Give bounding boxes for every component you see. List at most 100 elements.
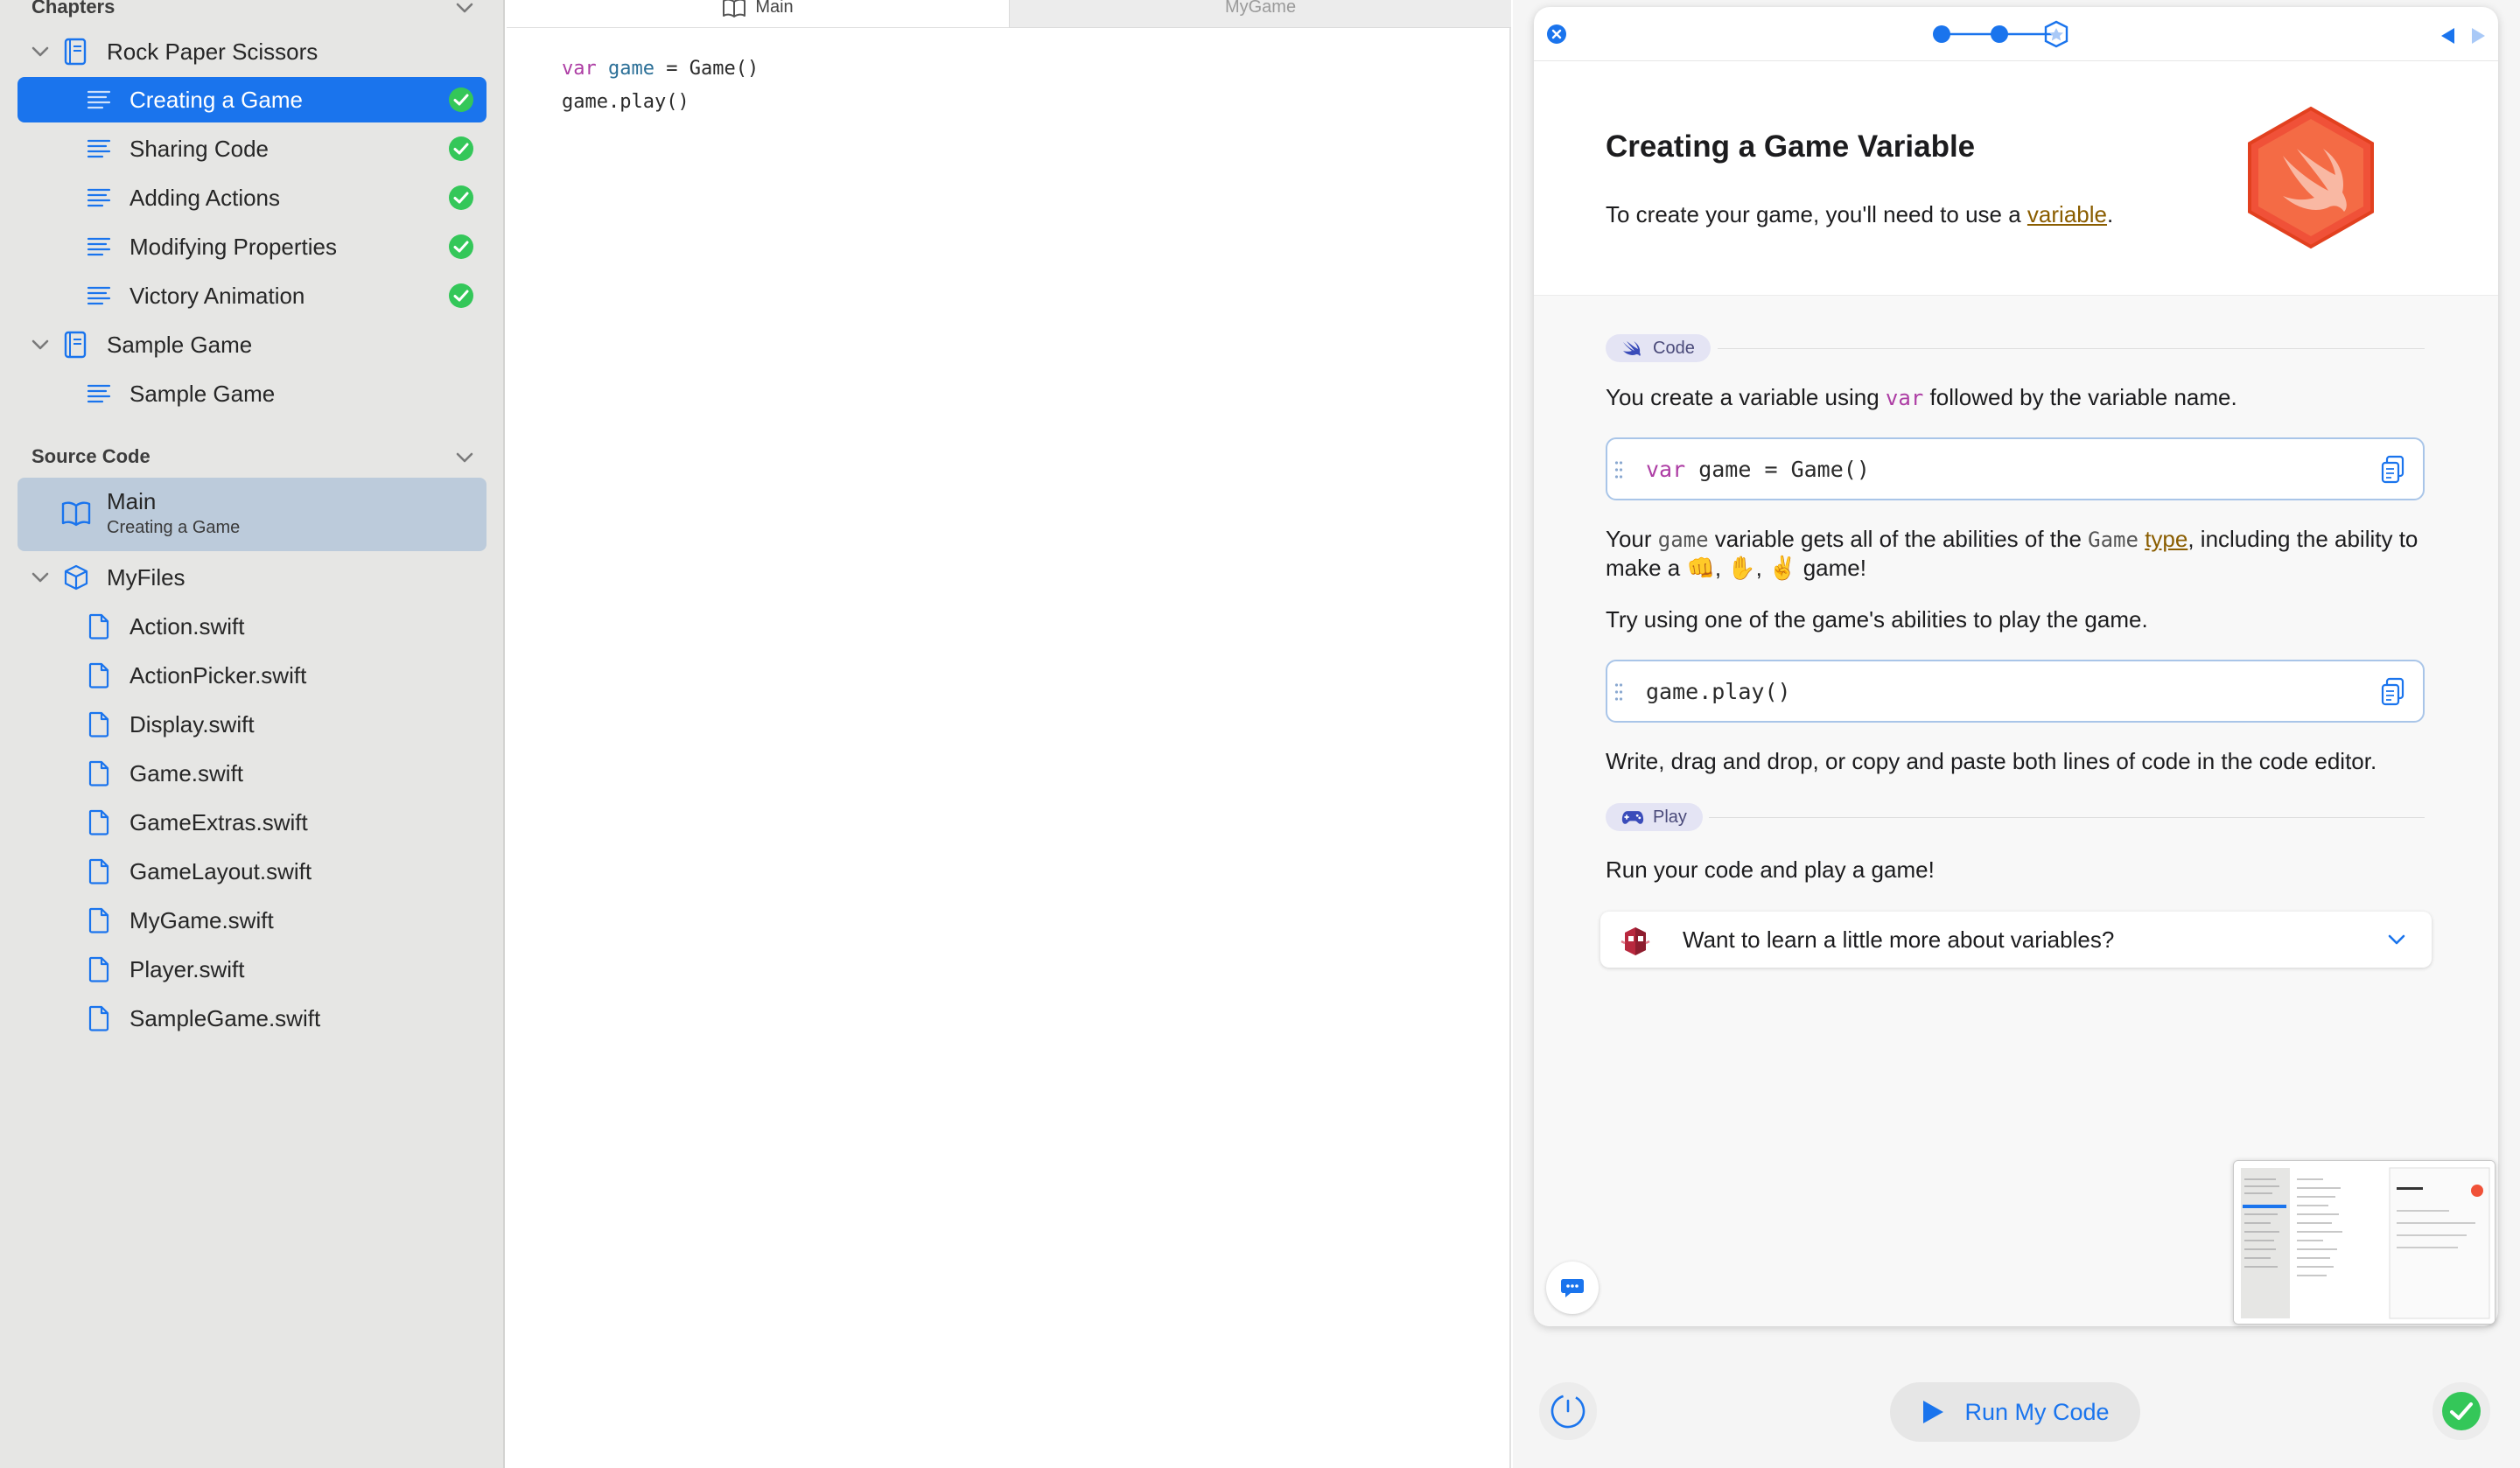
tab-main[interactable]: Main	[507, 0, 1009, 28]
file-name: Game.swift	[130, 759, 244, 786]
chevron-down-icon[interactable]	[452, 444, 478, 471]
folder-myfiles[interactable]: MyFiles	[18, 555, 486, 600]
text-page-icon	[84, 379, 114, 409]
checkmark-icon	[449, 136, 473, 161]
code-line-1[interactable]: var game = Game()	[562, 58, 759, 80]
file-item[interactable]: ActionPicker.swift	[18, 653, 486, 698]
code-line-2[interactable]: game.play()	[562, 91, 690, 113]
text: You create a variable using	[1606, 384, 1886, 410]
page-adding-actions[interactable]: Adding Actions	[18, 175, 486, 220]
chevron-down-icon[interactable]	[30, 41, 51, 62]
page-sample-game[interactable]: Sample Game	[18, 371, 486, 416]
main-title: Main	[107, 488, 157, 514]
chevron-down-icon[interactable]	[2388, 934, 2405, 945]
close-icon[interactable]	[1545, 23, 1568, 45]
copy-icon[interactable]	[2379, 455, 2407, 485]
file-item[interactable]: SampleGame.swift	[18, 996, 486, 1041]
variable-link[interactable]: variable	[2027, 201, 2107, 227]
guide-subtitle-text: .	[2106, 201, 2114, 227]
paragraph-2: Your game variable gets all of the abili…	[1606, 525, 2428, 582]
chapters-heading: Chapters	[32, 0, 116, 17]
source-main[interactable]: Main Creating a Game	[18, 478, 486, 551]
code-section-pill: Code	[1606, 334, 1711, 362]
swift-file-icon	[84, 954, 114, 984]
run-label: Run My Code	[1964, 1398, 2110, 1425]
file-item[interactable]: GameExtras.swift	[18, 800, 486, 845]
text-page-icon	[84, 85, 114, 115]
book-document-icon	[61, 330, 91, 360]
chapter-sample-game[interactable]: Sample Game	[18, 322, 486, 367]
page-creating-a-game[interactable]: Creating a Game	[18, 77, 486, 122]
tab-label: Main	[755, 0, 794, 17]
previous-page-icon[interactable]	[2439, 26, 2456, 45]
folder-title: MyFiles	[107, 563, 186, 591]
file-item[interactable]: GameLayout.swift	[18, 849, 486, 894]
tab-mygame[interactable]: MyGame	[1009, 0, 1511, 28]
checkmark-icon	[449, 87, 473, 112]
code-snippet-1[interactable]: var game = Game()	[1606, 437, 2425, 500]
file-name: Display.swift	[130, 710, 255, 737]
drag-handle-icon[interactable]	[1614, 460, 1623, 479]
checkmark-icon	[2442, 1392, 2481, 1430]
inline-code: Game	[2088, 528, 2138, 552]
screenshot-thumbnail[interactable]	[2233, 1160, 2496, 1325]
chapter-title: Rock Paper Scissors	[107, 38, 318, 65]
file-item[interactable]: MyGame.swift	[18, 898, 486, 943]
completion-status-button[interactable]	[2432, 1382, 2490, 1440]
play-section-pill: Play	[1606, 803, 1703, 831]
feedback-button[interactable]	[1546, 1262, 1599, 1314]
byte-character-icon	[1620, 927, 1650, 955]
swift-file-icon	[84, 807, 114, 837]
inline-code: game	[1657, 528, 1709, 552]
checkmark-icon	[449, 185, 473, 210]
run-my-code-button[interactable]: Run My Code	[1890, 1382, 2140, 1442]
file-item[interactable]: Player.swift	[18, 947, 486, 992]
text: variable gets all of the abilities of th…	[1708, 526, 2089, 552]
paragraph-3: Try using one of the game's abilities to…	[1606, 606, 2148, 633]
text: followed by the variable name.	[1923, 384, 2237, 410]
book-icon	[61, 499, 91, 528]
speed-button[interactable]	[1539, 1382, 1597, 1440]
text-page-icon	[84, 281, 114, 311]
code-snippet-2[interactable]: game.play()	[1606, 660, 2425, 723]
file-item[interactable]: Display.swift	[18, 702, 486, 747]
thumbnail-image	[2234, 1161, 2495, 1324]
file-item[interactable]: Game.swift	[18, 751, 486, 796]
checkmark-icon	[449, 234, 473, 259]
book-icon	[723, 0, 746, 17]
chevron-down-icon[interactable]	[452, 0, 478, 21]
play-section-label: Play	[1653, 807, 1687, 827]
page-label: Creating a Game	[130, 86, 303, 113]
chevron-down-icon[interactable]	[30, 567, 51, 588]
file-item[interactable]: Action.swift	[18, 604, 486, 649]
copy-icon[interactable]	[2379, 677, 2407, 707]
chevron-down-icon[interactable]	[30, 334, 51, 355]
code-editor[interactable]: Main MyGame var game = Game() game.play(…	[507, 0, 1511, 1468]
type-link[interactable]: type	[2145, 526, 2188, 552]
swift-file-icon	[84, 710, 114, 739]
page-victory-animation[interactable]: Victory Animation	[18, 273, 486, 318]
paragraph-1: You create a variable using var followed…	[1606, 383, 2428, 412]
next-page-icon[interactable]	[2470, 26, 2488, 45]
file-name: MyGame.swift	[130, 906, 274, 933]
speech-bubble-icon	[1561, 1279, 1584, 1297]
drag-handle-icon[interactable]	[1614, 682, 1623, 702]
code-identifier: game	[608, 58, 654, 80]
page-modifying-properties[interactable]: Modifying Properties	[18, 224, 486, 269]
page-sharing-code[interactable]: Sharing Code	[18, 126, 486, 171]
code-text: game = Game()	[1685, 457, 1870, 482]
learn-more-disclosure[interactable]: Want to learn a little more about variab…	[1600, 912, 2432, 968]
chapter-title: Sample Game	[107, 331, 253, 358]
swift-file-icon	[84, 758, 114, 788]
page-label: Adding Actions	[130, 184, 281, 211]
snippet-code: var game = Game()	[1646, 457, 1870, 482]
page-label: Modifying Properties	[130, 233, 337, 260]
code-text: = Game()	[654, 58, 760, 80]
swift-file-icon	[84, 905, 114, 935]
tab-label: MyGame	[1224, 0, 1297, 17]
chapter-rock-paper-scissors[interactable]: Rock Paper Scissors	[18, 29, 486, 74]
main-subtitle: Creating a Game	[107, 518, 241, 537]
file-name: ActionPicker.swift	[130, 661, 307, 689]
page-label: Sharing Code	[130, 135, 269, 162]
file-name: Player.swift	[130, 955, 245, 982]
